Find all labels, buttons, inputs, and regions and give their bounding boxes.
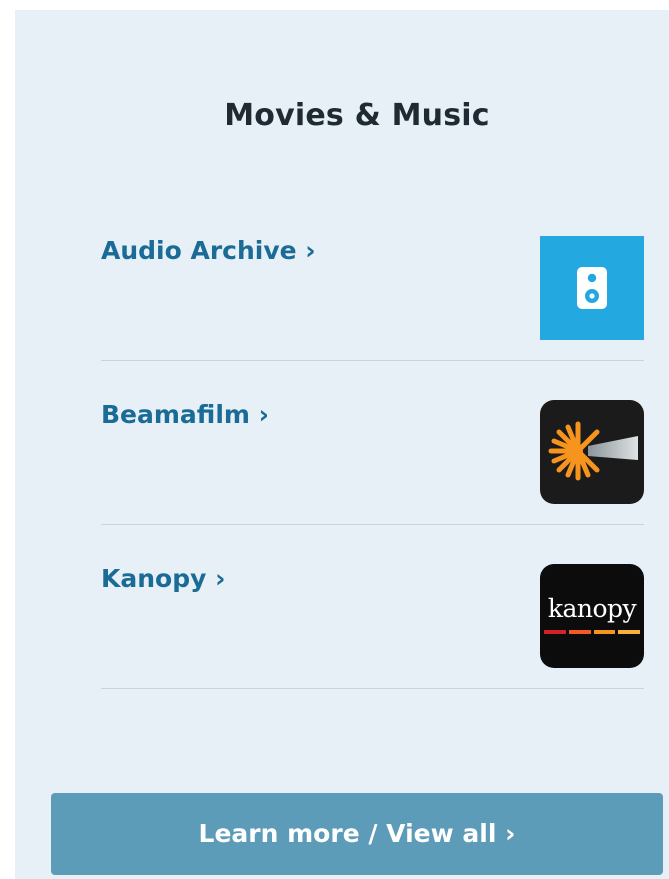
kanopy-thumbnail[interactable]: kanopy (540, 564, 644, 668)
section-title: Movies & Music (224, 98, 490, 133)
beamafilm-link[interactable]: Beamafilm › (101, 400, 269, 429)
list-item-audio-archive: Audio Archive › (101, 196, 644, 361)
audio-archive-link[interactable]: Audio Archive › (101, 236, 316, 265)
speaker-icon (577, 267, 607, 309)
movies-music-panel: Movies & Music Audio Archive › Beamafilm… (15, 10, 669, 879)
list-item-beamafilm: Beamafilm › (101, 360, 644, 525)
beamafilm-logo (548, 421, 638, 481)
kanopy-logo: kanopy (547, 594, 637, 623)
kanopy-link[interactable]: Kanopy › (101, 564, 225, 593)
audio-archive-thumbnail[interactable] (540, 236, 644, 340)
learn-more-view-all-button[interactable]: Learn more / View all › (51, 793, 663, 875)
kanopy-logo-stripes (544, 630, 640, 634)
list-item-kanopy: Kanopy › kanopy (101, 524, 644, 689)
beamafilm-thumbnail[interactable] (540, 400, 644, 504)
